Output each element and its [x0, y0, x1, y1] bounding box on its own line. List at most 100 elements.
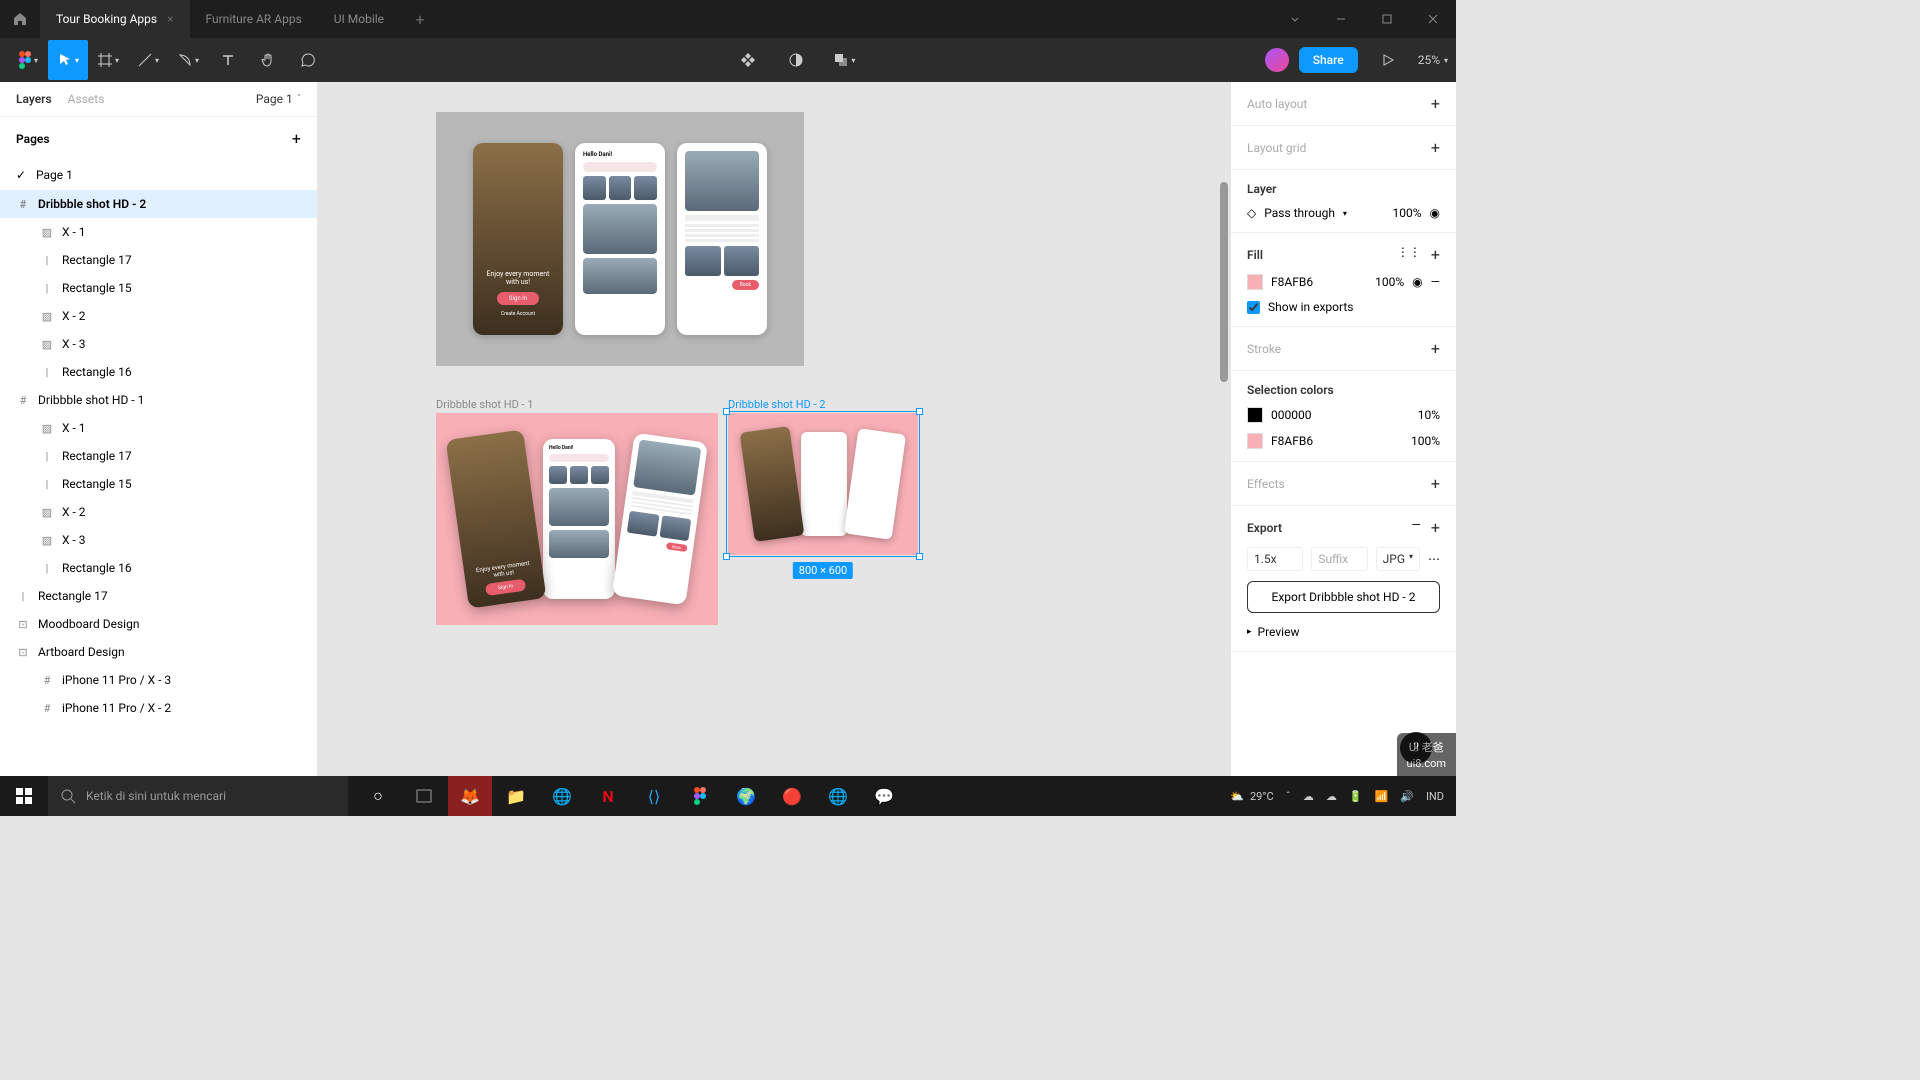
layer-item[interactable]: #iPhone 11 Pro / X - 3 [0, 666, 317, 694]
layer-item[interactable]: #iPhone 11 Pro / X - 2 [0, 694, 317, 722]
tray-cloud-icon[interactable]: ☁ [1326, 790, 1337, 803]
layer-item[interactable]: ▨X - 3 [0, 330, 317, 358]
layer-item[interactable]: |Rectangle 17 [0, 246, 317, 274]
layer-item[interactable]: |Rectangle 15 [0, 274, 317, 302]
tray-wifi-icon[interactable]: 📶 [1375, 790, 1389, 803]
document-tab[interactable]: Furniture AR Apps [190, 0, 318, 38]
taskbar-search[interactable]: Ketik di sini untuk mencari [48, 776, 348, 816]
fill-visibility-icon[interactable]: ◉ [1412, 275, 1422, 289]
boolean-tool[interactable]: ▾ [824, 40, 864, 80]
layer-item[interactable]: #Dribbble shot HD - 2 [0, 190, 317, 218]
layer-item[interactable]: |Rectangle 16 [0, 358, 317, 386]
color-swatch[interactable] [1247, 433, 1263, 449]
canvas-frame-2-selected[interactable]: Dribbble shot HD - 2 800 × 600 [728, 398, 918, 555]
tray-battery-icon[interactable]: 🔋 [1349, 790, 1363, 803]
task-view-button[interactable]: ○ [356, 776, 400, 816]
zoom-control[interactable]: 25%▾ [1418, 53, 1448, 67]
page-selector[interactable]: Page 1ˆ [256, 92, 301, 106]
add-fill[interactable]: + [1431, 245, 1440, 264]
remove-export[interactable]: — [1412, 518, 1421, 537]
fill-style-icon[interactable]: ⋮⋮ [1397, 245, 1421, 264]
hand-tool[interactable] [248, 40, 288, 80]
resize-handle[interactable] [723, 408, 730, 415]
resize-handle[interactable] [723, 553, 730, 560]
layer-item[interactable]: ▨X - 2 [0, 302, 317, 330]
resize-handle[interactable] [916, 553, 923, 560]
add-effect[interactable]: + [1431, 474, 1440, 493]
frame-label[interactable]: Dribbble shot HD - 2 [728, 398, 918, 411]
add-layout-grid[interactable]: + [1431, 138, 1440, 157]
tray-language[interactable]: IND [1426, 790, 1444, 803]
component-tool[interactable] [728, 40, 768, 80]
taskbar-app[interactable]: 📁 [494, 776, 538, 816]
close-tab-icon[interactable]: × [167, 12, 173, 26]
document-tab[interactable]: Tour Booking Apps× [40, 0, 190, 38]
export-format[interactable]: JPG▾ [1376, 547, 1420, 571]
minimize-button[interactable] [1318, 0, 1364, 38]
taskbar-app[interactable]: 🌍 [724, 776, 768, 816]
tab-assets[interactable]: Assets [68, 92, 105, 106]
color-swatch[interactable] [1247, 407, 1263, 423]
fill-hex[interactable]: F8AFB6 [1271, 275, 1313, 289]
taskbar-app[interactable] [402, 776, 446, 816]
mask-tool[interactable] [776, 40, 816, 80]
present-button[interactable] [1368, 40, 1408, 80]
taskbar-app[interactable]: 🌐 [540, 776, 584, 816]
layer-item[interactable]: ▨X - 2 [0, 498, 317, 526]
comment-tool[interactable] [288, 40, 328, 80]
layer-item[interactable]: ▨X - 1 [0, 414, 317, 442]
document-tab[interactable]: UI Mobile [318, 0, 400, 38]
window-chevron[interactable] [1272, 0, 1318, 38]
maximize-button[interactable] [1364, 0, 1410, 38]
pen-tool[interactable]: ▾ [128, 40, 168, 80]
user-avatar[interactable] [1265, 48, 1289, 72]
frame-label[interactable]: Dribbble shot HD - 1 [436, 398, 718, 411]
fill-opacity[interactable]: 100% [1375, 275, 1404, 289]
canvas-frame-1[interactable]: Dribbble shot HD - 1 Enjoy every moment … [436, 398, 718, 625]
resize-handle[interactable] [916, 408, 923, 415]
home-button[interactable] [0, 0, 40, 38]
weather-widget[interactable]: ⛅29°C [1230, 790, 1273, 803]
layer-opacity[interactable]: 100% [1392, 206, 1421, 220]
export-button[interactable]: Export Dribbble shot HD - 2 [1247, 581, 1440, 613]
canvas[interactable]: Enjoy every moment with us! Sign In Crea… [318, 82, 1230, 776]
taskbar-app[interactable]: ⟨⟩ [632, 776, 676, 816]
add-auto-layout[interactable]: + [1431, 94, 1440, 113]
move-tool[interactable]: ▾ [48, 40, 88, 80]
chevron-right-icon[interactable]: ▸ [1247, 627, 1252, 637]
tray-volume-icon[interactable]: 🔊 [1400, 790, 1414, 803]
layer-item[interactable]: |Rectangle 17 [0, 582, 317, 610]
close-button[interactable] [1410, 0, 1456, 38]
taskbar-app-figma[interactable] [678, 776, 722, 816]
show-in-exports-checkbox[interactable] [1247, 301, 1260, 314]
share-button[interactable]: Share [1299, 47, 1358, 73]
layer-item[interactable]: ⊡Moodboard Design [0, 610, 317, 638]
tab-layers[interactable]: Layers [16, 92, 52, 106]
visibility-icon[interactable]: ◉ [1430, 206, 1440, 220]
selection-color-row[interactable]: F8AFB6100% [1247, 433, 1440, 449]
figma-menu-button[interactable]: ▾ [8, 40, 48, 80]
layer-item[interactable]: ⊡Artboard Design [0, 638, 317, 666]
export-options-icon[interactable]: ⋯ [1428, 552, 1440, 566]
frame-tool[interactable]: ▾ [88, 40, 128, 80]
taskbar-app[interactable]: 🔴 [770, 776, 814, 816]
add-stroke[interactable]: + [1431, 339, 1440, 358]
add-export[interactable]: + [1431, 518, 1440, 537]
blend-mode-select[interactable]: Pass through [1264, 206, 1335, 220]
layer-item[interactable]: #Dribbble shot HD - 1 [0, 386, 317, 414]
shape-tool[interactable]: ▾ [168, 40, 208, 80]
taskbar-app[interactable]: 🌐 [816, 776, 860, 816]
tray-onedrive-icon[interactable]: ☁ [1303, 790, 1314, 803]
text-tool[interactable] [208, 40, 248, 80]
add-page-button[interactable]: + [292, 129, 301, 148]
taskbar-app[interactable]: 💬 [862, 776, 906, 816]
selection-color-row[interactable]: 00000010% [1247, 407, 1440, 423]
fill-swatch[interactable] [1247, 274, 1263, 290]
add-tab-button[interactable]: + [400, 10, 440, 29]
canvas-scrollbar[interactable] [1220, 182, 1228, 382]
taskbar-app[interactable]: N [586, 776, 630, 816]
layer-item[interactable]: |Rectangle 17 [0, 442, 317, 470]
tray-chevron-icon[interactable]: ˆ [1286, 790, 1291, 803]
taskbar-app[interactable]: 🦊 [448, 776, 492, 816]
remove-fill[interactable]: — [1431, 275, 1440, 289]
